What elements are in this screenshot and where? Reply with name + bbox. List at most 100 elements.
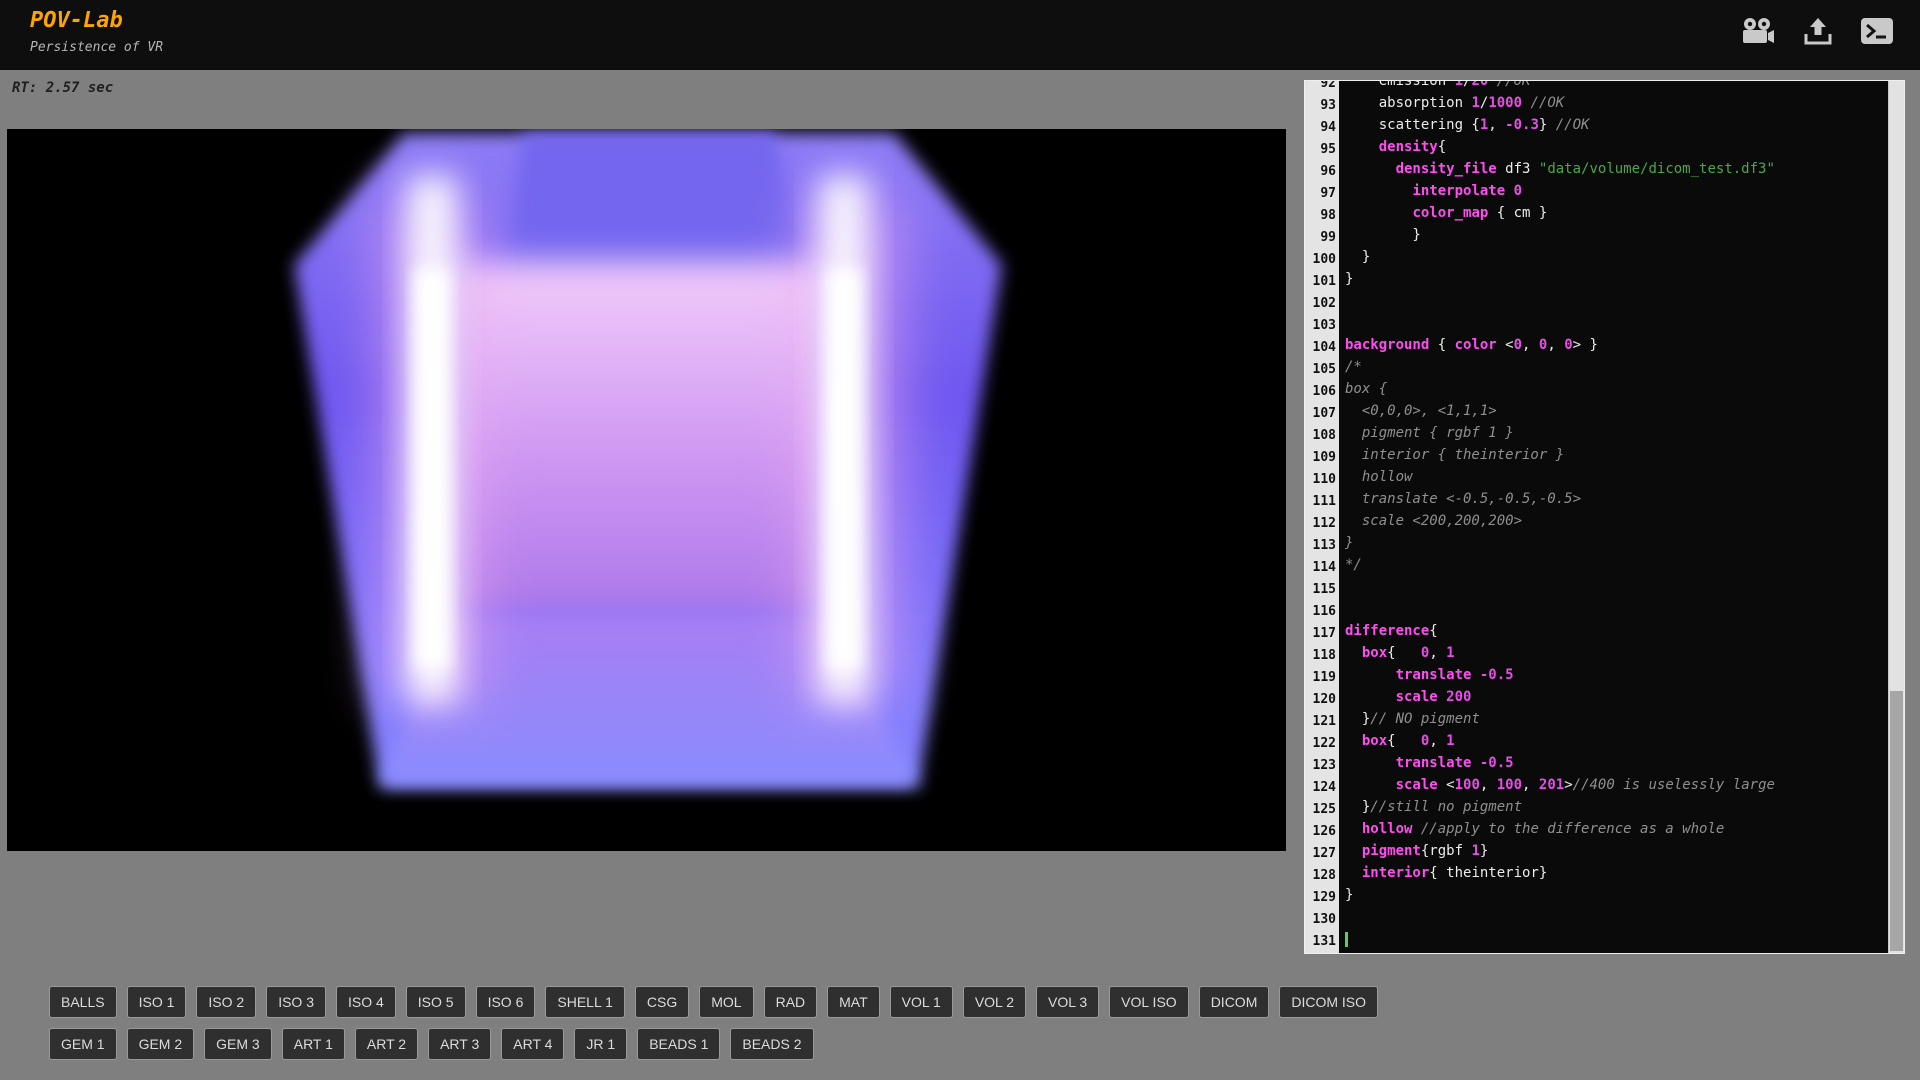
line-number: 127: [1305, 843, 1336, 865]
line-number: 92: [1305, 81, 1336, 95]
code-line[interactable]: translate -0.5: [1345, 667, 1888, 689]
code-line[interactable]: */: [1345, 557, 1888, 579]
upload-icon[interactable]: [1802, 16, 1834, 46]
scene-button-vol-2[interactable]: VOL 2: [963, 986, 1026, 1018]
code-line[interactable]: scattering {1, -0.3} //OK: [1345, 117, 1888, 139]
scene-button-beads-2[interactable]: BEADS 2: [730, 1028, 813, 1060]
editor-code[interactable]: emission 1/20 //OK absorption 1/1000 //O…: [1339, 81, 1888, 953]
scene-button-dicom-iso[interactable]: DICOM ISO: [1279, 986, 1378, 1018]
scene-button-vol-iso[interactable]: VOL ISO: [1109, 986, 1189, 1018]
scene-button-vol-3[interactable]: VOL 3: [1036, 986, 1099, 1018]
scene-button-jr-1[interactable]: JR 1: [574, 1028, 627, 1060]
video-capture-icon[interactable]: [1740, 16, 1776, 46]
scene-buttons-row-2: GEM 1 GEM 2 GEM 3 ART 1 ART 2 ART 3 ART 4 JR 1 B…: [49, 1028, 814, 1060]
line-number: 113: [1305, 535, 1336, 557]
code-line[interactable]: translate <-0.5,-0.5,-0.5>: [1345, 491, 1888, 513]
text-cursor: [1345, 932, 1348, 947]
code-line[interactable]: <0,0,0>, <1,1,1>: [1345, 403, 1888, 425]
code-line[interactable]: }: [1345, 249, 1888, 271]
volume-render: [7, 129, 1286, 851]
code-line[interactable]: box {: [1345, 381, 1888, 403]
line-number: 105: [1305, 359, 1336, 381]
line-number: 128: [1305, 865, 1336, 887]
code-line[interactable]: hollow: [1345, 469, 1888, 491]
scene-button-gem-1[interactable]: GEM 1: [49, 1028, 117, 1060]
code-line[interactable]: [1345, 601, 1888, 623]
scene-button-art-2[interactable]: ART 2: [355, 1028, 418, 1060]
code-line[interactable]: [1345, 293, 1888, 315]
code-line[interactable]: emission 1/20 //OK: [1345, 81, 1888, 95]
code-line[interactable]: box{ 0, 1: [1345, 733, 1888, 755]
line-number: 111: [1305, 491, 1336, 513]
code-line[interactable]: [1345, 579, 1888, 601]
scene-button-iso-4[interactable]: ISO 4: [336, 986, 396, 1018]
code-line[interactable]: scale <200,200,200>: [1345, 513, 1888, 535]
code-line[interactable]: difference{: [1345, 623, 1888, 645]
app-title: POV-Lab: [30, 8, 123, 33]
code-line[interactable]: absorption 1/1000 //OK: [1345, 95, 1888, 117]
scene-button-csg[interactable]: CSG: [635, 986, 689, 1018]
scene-button-vol-1[interactable]: VOL 1: [890, 986, 953, 1018]
code-line[interactable]: [1345, 931, 1888, 953]
code-line[interactable]: interpolate 0: [1345, 183, 1888, 205]
line-number: 130: [1305, 909, 1336, 931]
code-line[interactable]: scale 200: [1345, 689, 1888, 711]
code-editor[interactable]: 9293949596979899100101102103104105106107…: [1304, 80, 1905, 954]
editor-scrollbar[interactable]: [1888, 81, 1904, 953]
code-line[interactable]: hollow //apply to the difference as a wh…: [1345, 821, 1888, 843]
scene-button-art-3[interactable]: ART 3: [428, 1028, 491, 1060]
code-line[interactable]: pigment { rgbf 1 }: [1345, 425, 1888, 447]
line-number: 94: [1305, 117, 1336, 139]
code-line[interactable]: pigment{rgbf 1}: [1345, 843, 1888, 865]
code-line[interactable]: interior { theinterior }: [1345, 447, 1888, 469]
scene-button-shell-1[interactable]: SHELL 1: [545, 986, 625, 1018]
scene-button-gem-2[interactable]: GEM 2: [127, 1028, 195, 1060]
code-line[interactable]: }: [1345, 535, 1888, 557]
scene-button-art-1[interactable]: ART 1: [282, 1028, 345, 1060]
code-line[interactable]: scale <100, 100, 201>//400 is uselessly …: [1345, 777, 1888, 799]
line-number: 114: [1305, 557, 1336, 579]
line-number: 106: [1305, 381, 1336, 403]
scene-button-iso-1[interactable]: ISO 1: [127, 986, 187, 1018]
render-time-status: RT: 2.57 sec: [12, 80, 113, 96]
line-number: 108: [1305, 425, 1336, 447]
code-line[interactable]: background { color <0, 0, 0> }: [1345, 337, 1888, 359]
scene-button-beads-1[interactable]: BEADS 1: [637, 1028, 720, 1060]
scene-button-gem-3[interactable]: GEM 3: [204, 1028, 272, 1060]
scene-button-art-4[interactable]: ART 4: [501, 1028, 564, 1060]
code-line[interactable]: density{: [1345, 139, 1888, 161]
scene-button-balls[interactable]: BALLS: [49, 986, 117, 1018]
line-number: 119: [1305, 667, 1336, 689]
scene-button-mol[interactable]: MOL: [699, 986, 753, 1018]
scene-button-iso-5[interactable]: ISO 5: [406, 986, 466, 1018]
code-line[interactable]: }// NO pigment: [1345, 711, 1888, 733]
editor-scrollbar-thumb[interactable]: [1890, 691, 1903, 951]
scene-button-iso-3[interactable]: ISO 3: [266, 986, 326, 1018]
code-line[interactable]: [1345, 909, 1888, 931]
line-number: 101: [1305, 271, 1336, 293]
code-line[interactable]: }: [1345, 227, 1888, 249]
line-number: 116: [1305, 601, 1336, 623]
scene-button-dicom[interactable]: DICOM: [1199, 986, 1270, 1018]
scene-button-rad[interactable]: RAD: [764, 986, 818, 1018]
code-line[interactable]: /*: [1345, 359, 1888, 381]
line-number: 100: [1305, 249, 1336, 271]
code-line[interactable]: [1345, 315, 1888, 337]
line-number: 110: [1305, 469, 1336, 491]
code-line[interactable]: }: [1345, 887, 1888, 909]
scene-button-iso-2[interactable]: ISO 2: [196, 986, 256, 1018]
code-line[interactable]: interior{ theinterior}: [1345, 865, 1888, 887]
render-viewport: [7, 129, 1286, 851]
line-number: 103: [1305, 315, 1336, 337]
code-line[interactable]: box{ 0, 1: [1345, 645, 1888, 667]
line-number: 96: [1305, 161, 1336, 183]
scene-button-mat[interactable]: MAT: [827, 986, 880, 1018]
app-header: POV-Lab Persistence of VR: [0, 0, 1920, 70]
code-line[interactable]: translate -0.5: [1345, 755, 1888, 777]
code-line[interactable]: }//still no pigment: [1345, 799, 1888, 821]
code-line[interactable]: density_file df3 "data/volume/dicom_test…: [1345, 161, 1888, 183]
scene-button-iso-6[interactable]: ISO 6: [476, 986, 536, 1018]
code-line[interactable]: }: [1345, 271, 1888, 293]
code-line[interactable]: color_map { cm }: [1345, 205, 1888, 227]
terminal-icon[interactable]: [1860, 16, 1894, 46]
